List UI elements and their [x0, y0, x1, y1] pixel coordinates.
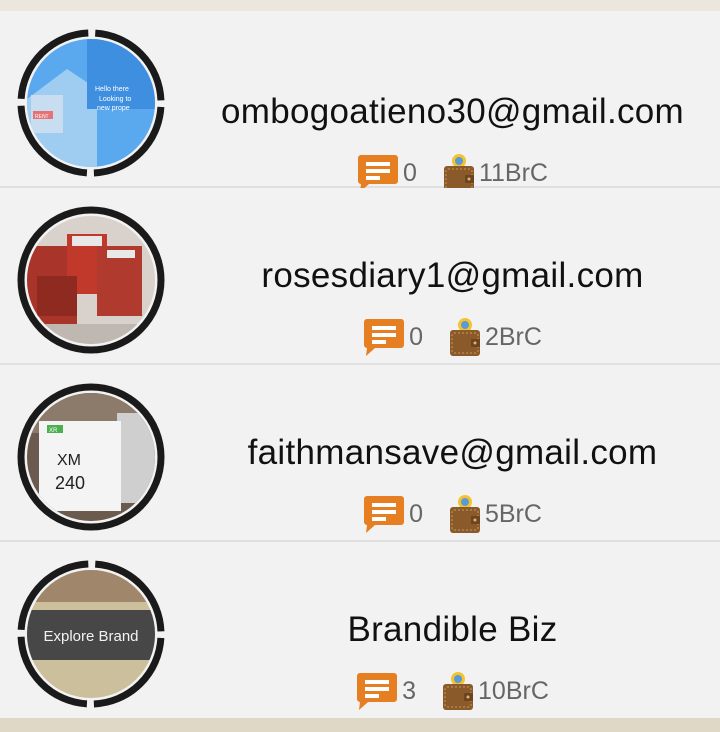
phone-box-image: XR XM 240	[27, 393, 155, 521]
list-item[interactable]: rosesdiary1@gmail.com 0 2BrC	[0, 188, 720, 365]
comments-count: 0	[409, 499, 423, 528]
avatar[interactable]: Explore Brand	[16, 559, 166, 709]
avatar[interactable]: XR XM 240	[16, 382, 166, 532]
balance-stat[interactable]: 10BrC	[442, 670, 549, 712]
avatar-text: RENT	[35, 114, 49, 120]
avatar-image: Explore Brand	[27, 570, 155, 698]
list-item[interactable]: XR XM 240 faithmansave@gmail.com 0 5BrC	[0, 365, 720, 542]
wallet-icon	[449, 318, 480, 356]
list-item[interactable]: Hello there Looking to new prope RENT om…	[0, 11, 720, 192]
avatar-image: Hello there Looking to new prope RENT	[27, 39, 155, 167]
property-flyer-image: Hello there Looking to new prope RENT	[27, 39, 155, 167]
comments-count: 0	[409, 322, 423, 351]
avatar-text: XR	[49, 428, 58, 434]
avatar-text: XM	[57, 452, 81, 469]
user-title: faithmansave@gmail.com	[247, 433, 658, 472]
comments-stat[interactable]: 0	[363, 494, 423, 534]
user-list: Hello there Looking to new prope RENT om…	[0, 11, 720, 718]
avatar-text: Hello there	[95, 86, 129, 93]
avatar-text: Explore Brand	[43, 628, 138, 645]
avatar-text: Looking to	[99, 96, 131, 103]
comments-count: 3	[402, 676, 417, 705]
wallet-icon	[443, 672, 474, 710]
comments-stat[interactable]: 0	[357, 153, 417, 193]
balance-amount: 2BrC	[484, 322, 542, 351]
avatar-image: XR XM 240	[27, 393, 155, 521]
comment-bubble-icon	[364, 496, 405, 533]
comments-count: 0	[403, 158, 417, 187]
bottom-strip	[0, 718, 720, 732]
balance-stat[interactable]: 5BrC	[449, 493, 542, 535]
avatar-image	[27, 216, 155, 344]
user-title: ombogoatieno30@gmail.com	[221, 92, 684, 131]
snack-packets-image	[27, 216, 155, 344]
avatar-text: new prope	[97, 105, 130, 112]
avatar[interactable]	[16, 205, 166, 355]
comment-bubble-icon	[364, 319, 405, 356]
user-stats: 0 2BrC	[185, 316, 720, 358]
explore-brand-image: Explore Brand	[27, 570, 155, 698]
list-item[interactable]: Explore Brand Brandible Biz 3 10BrC	[0, 542, 720, 718]
avatar-text: 240	[55, 473, 85, 493]
wallet-icon	[449, 495, 480, 533]
comments-stat[interactable]: 0	[363, 317, 423, 357]
comments-stat[interactable]: 3	[356, 671, 416, 711]
top-strip	[0, 0, 720, 11]
user-stats: 3 10BrC	[185, 670, 720, 712]
balance-stat[interactable]: 2BrC	[449, 316, 542, 358]
comment-bubble-icon	[357, 673, 398, 710]
comment-bubble-icon	[358, 155, 399, 192]
balance-amount: 11BrC	[478, 158, 548, 187]
balance-amount: 10BrC	[478, 676, 549, 705]
user-stats: 0 5BrC	[185, 493, 720, 535]
avatar[interactable]: Hello there Looking to new prope RENT	[16, 28, 166, 178]
balance-amount: 5BrC	[484, 499, 542, 528]
user-title: Brandible Biz	[347, 610, 558, 649]
user-title: rosesdiary1@gmail.com	[261, 256, 644, 295]
